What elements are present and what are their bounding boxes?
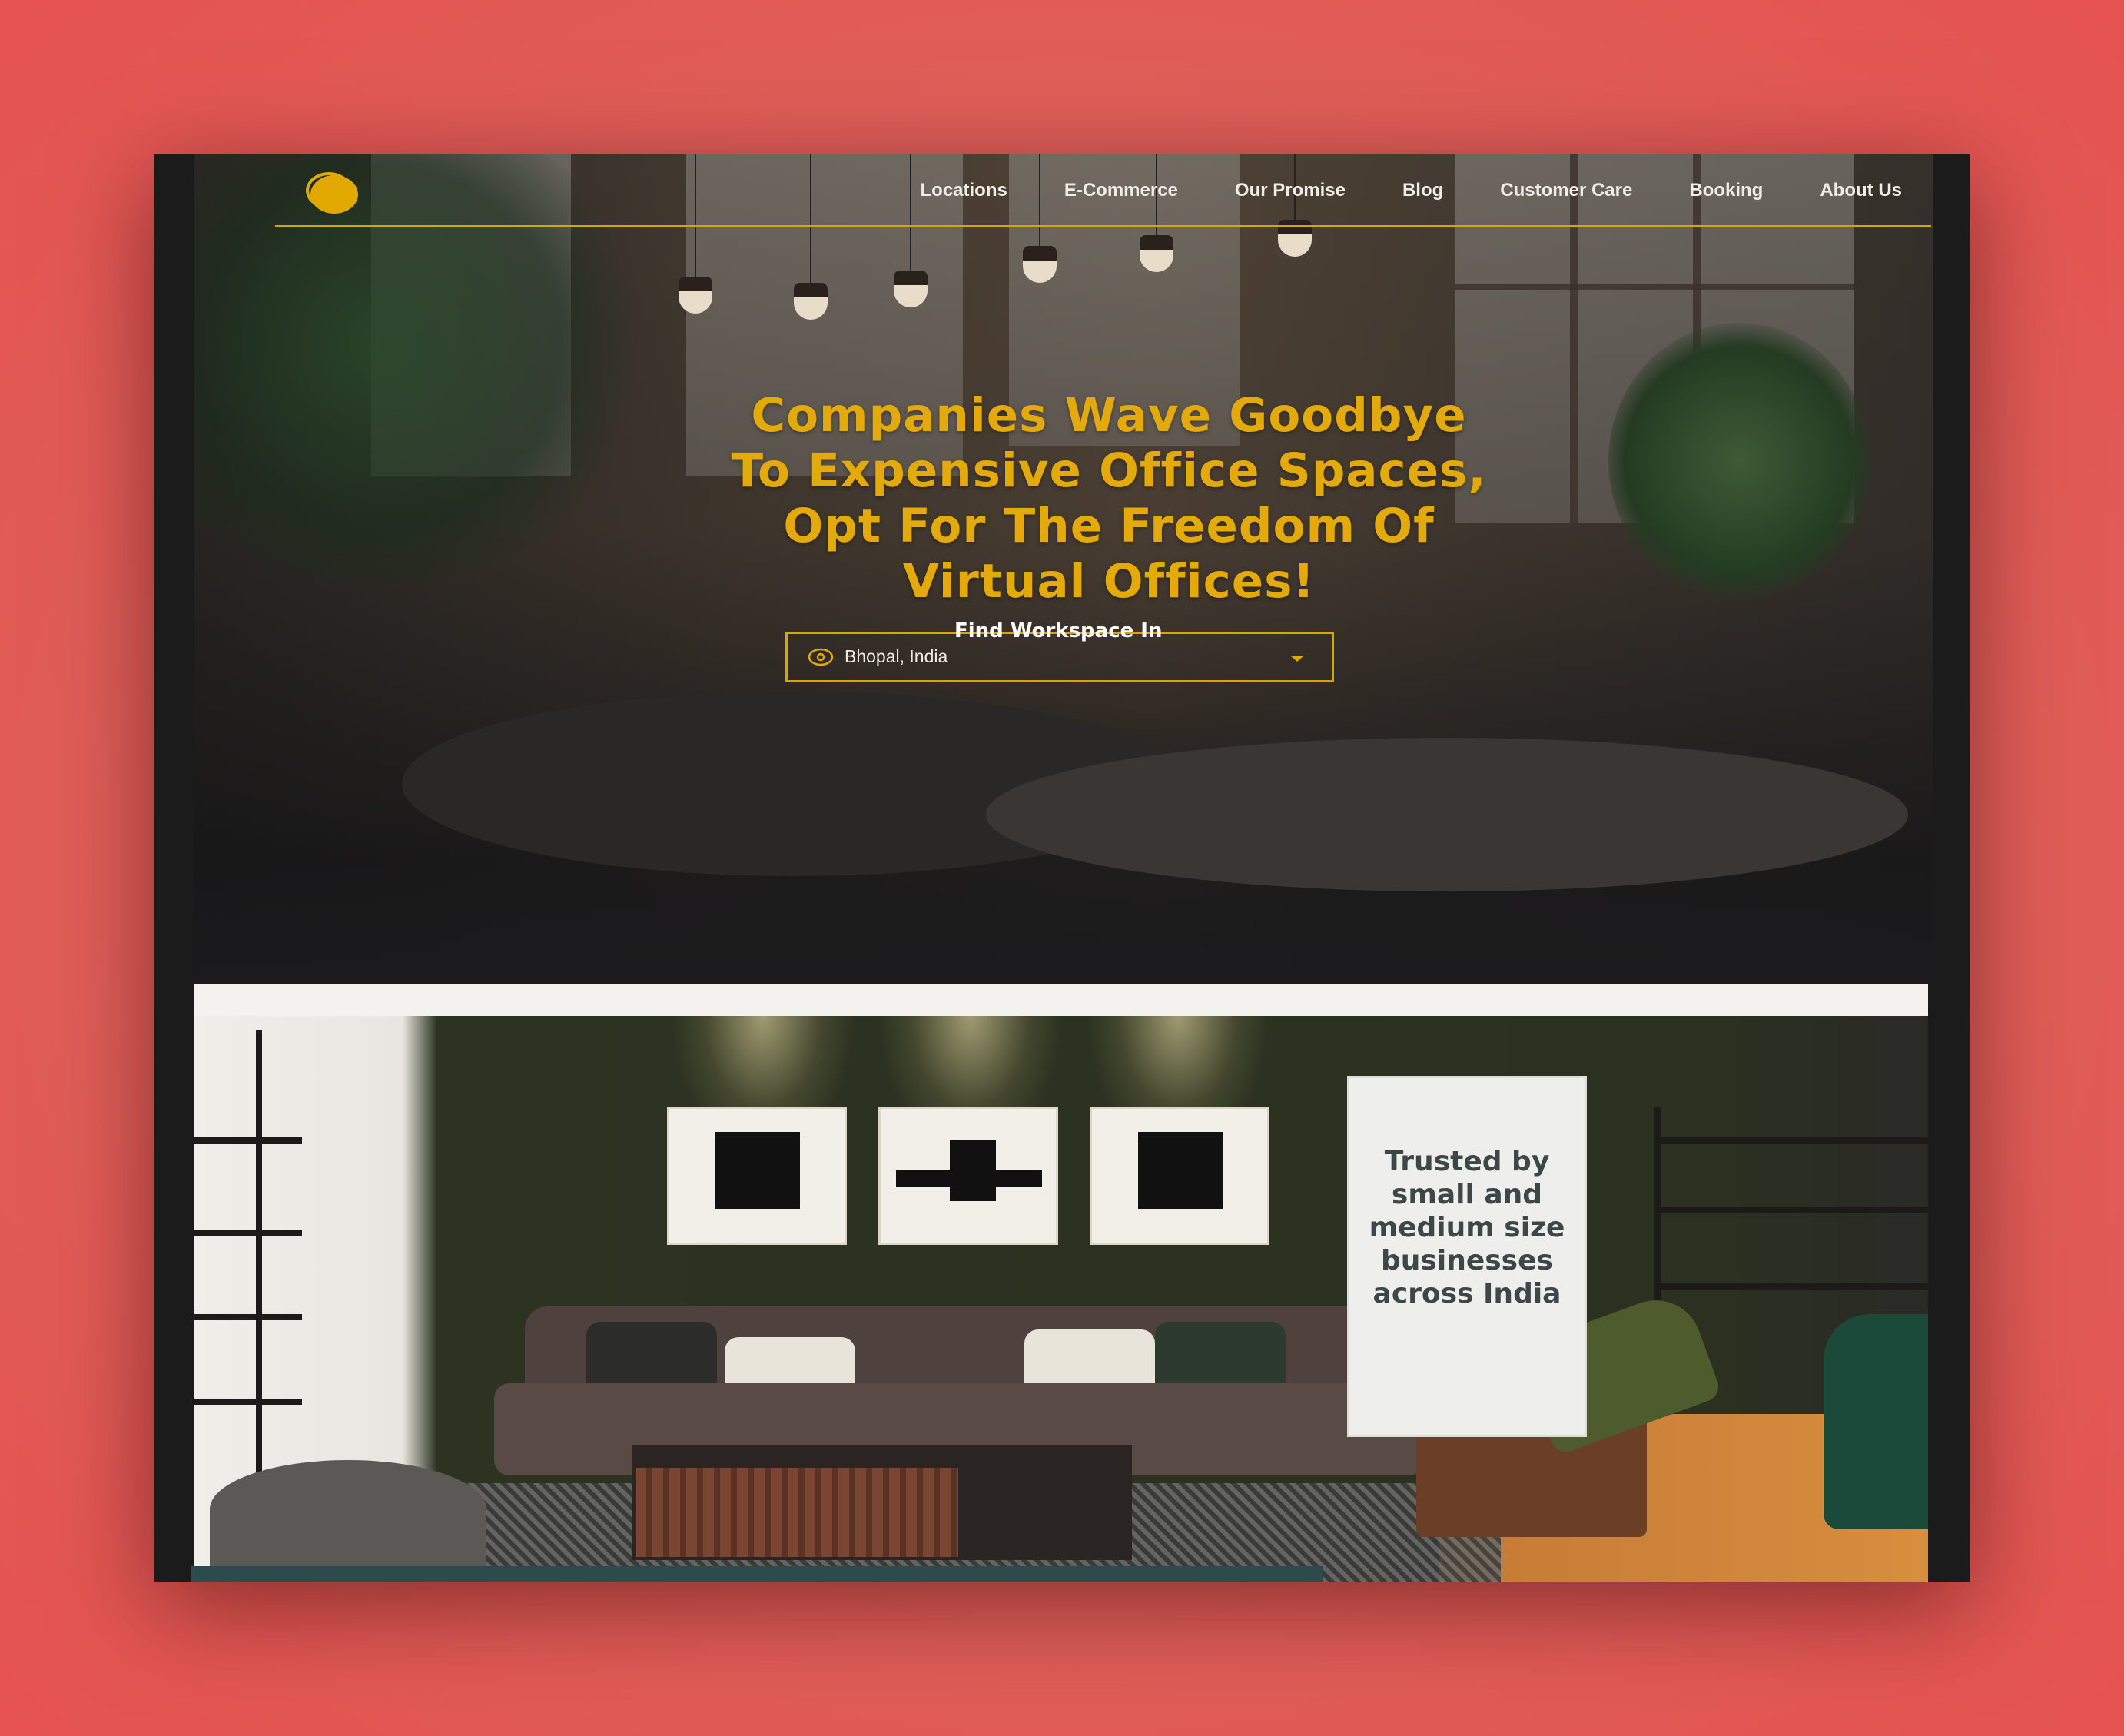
hero-section: Locations E-Commerce Our Promise Blog Cu… xyxy=(194,154,1933,984)
nav-link-about-us[interactable]: About Us xyxy=(1820,180,1902,201)
nav-link-locations[interactable]: Locations xyxy=(921,180,1007,201)
headline-line: Companies Wave Goodbye xyxy=(751,388,1467,443)
shelf xyxy=(1654,1137,1928,1144)
hero-headline: Companies Wave Goodbye To Expensive Offi… xyxy=(686,388,1532,609)
nav-link-booking[interactable]: Booking xyxy=(1689,180,1763,201)
art-stroke xyxy=(715,1132,800,1209)
shelf xyxy=(194,1137,302,1144)
ottoman-decor xyxy=(210,1460,486,1582)
art-stroke xyxy=(1138,1132,1223,1209)
shelf xyxy=(1654,1283,1928,1290)
trust-line: small and xyxy=(1391,1179,1543,1210)
table-slats xyxy=(636,1468,958,1557)
top-nav: Locations E-Commerce Our Promise Blog Cu… xyxy=(194,154,1933,227)
table-decor xyxy=(986,738,1908,891)
shelf xyxy=(1654,1207,1928,1213)
coffee-table-decor xyxy=(632,1445,1132,1560)
nav-link-our-promise[interactable]: Our Promise xyxy=(1235,180,1346,201)
logo[interactable] xyxy=(306,171,361,215)
pendant-lamp xyxy=(1140,154,1173,272)
window-mullion xyxy=(1455,284,1854,290)
wall-art xyxy=(1090,1107,1269,1245)
shelf xyxy=(194,1230,302,1236)
nav-links: Locations E-Commerce Our Promise Blog Cu… xyxy=(864,180,1903,201)
nav-link-customer-care[interactable]: Customer Care xyxy=(1500,180,1632,201)
shelf-post xyxy=(256,1030,262,1537)
headline-line: Opt For The Freedom Of xyxy=(783,499,1435,553)
pendant-lamp xyxy=(794,154,828,320)
green-chair-decor xyxy=(1824,1314,1928,1529)
plant-decor xyxy=(1608,323,1870,599)
finder-label: Find Workspace In xyxy=(954,619,1163,642)
nav-link-blog[interactable]: Blog xyxy=(1402,180,1443,201)
trust-section: Trusted by small and medium size busines… xyxy=(194,984,1928,1582)
trust-line: across India xyxy=(1372,1278,1561,1309)
shelf xyxy=(194,1399,302,1405)
headline-line: To Expensive Office Spaces, xyxy=(731,443,1487,498)
pendant-lamp xyxy=(894,154,928,307)
nav-link-e-commerce[interactable]: E-Commerce xyxy=(1064,180,1178,201)
horizontal-scroll-bar[interactable] xyxy=(191,1566,1323,1582)
pendant-lamp xyxy=(679,154,712,314)
wall-art xyxy=(667,1107,847,1245)
trust-line: medium size xyxy=(1369,1212,1565,1243)
art-stroke xyxy=(950,1140,996,1201)
trust-statement: Trusted by small and medium size busines… xyxy=(1347,1145,1587,1310)
pendant-lamp xyxy=(1023,154,1057,283)
wall-art xyxy=(878,1107,1058,1245)
location-pin-icon xyxy=(808,648,834,666)
chevron-down-icon xyxy=(1290,656,1304,662)
selected-location: Bhopal, India xyxy=(845,646,948,666)
ceiling-decor xyxy=(194,984,1928,1016)
shelf xyxy=(194,1314,302,1320)
trust-line: Trusted by xyxy=(1384,1146,1550,1177)
trust-line: businesses xyxy=(1381,1245,1553,1276)
headline-line: Virtual Offices! xyxy=(902,554,1316,609)
logo-ring xyxy=(306,172,352,209)
workspace-location-select[interactable]: Find Workspace In Bhopal, India xyxy=(785,619,1334,682)
nav-divider xyxy=(275,225,1931,227)
browser-frame: Locations E-Commerce Our Promise Blog Cu… xyxy=(154,154,1970,1582)
